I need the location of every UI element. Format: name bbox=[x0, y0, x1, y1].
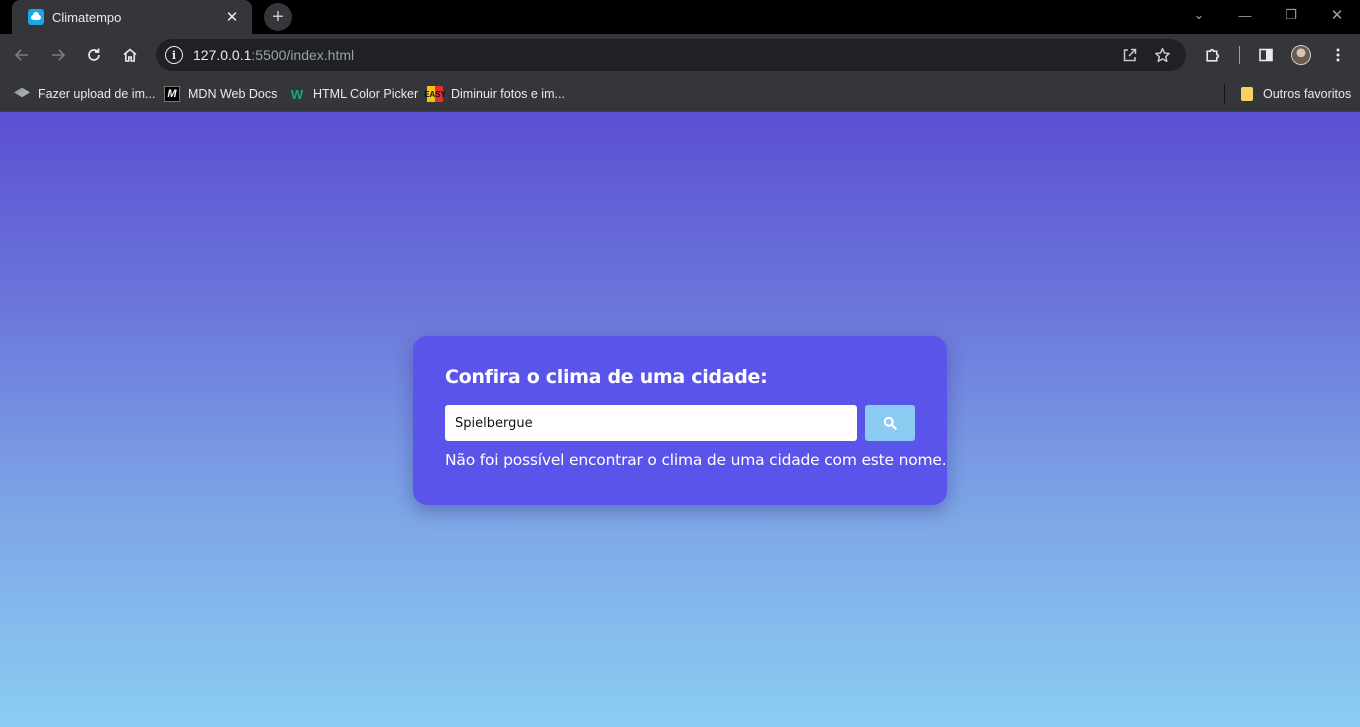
weather-search-card: Confira o clima de uma cidade: Não foi p… bbox=[413, 336, 947, 505]
weather-cloud-icon bbox=[28, 9, 44, 25]
minimize-button[interactable]: — bbox=[1222, 0, 1268, 30]
search-button[interactable] bbox=[865, 405, 915, 441]
other-bookmarks-label: Outros favoritos bbox=[1263, 87, 1352, 101]
search-icon bbox=[883, 416, 897, 430]
bookmarks-bar: Fazer upload de im... M MDN Web Docs W H… bbox=[0, 76, 1360, 112]
home-button[interactable] bbox=[116, 41, 144, 69]
chevron-down-icon: ⌄ bbox=[1193, 7, 1205, 22]
browser-menu-button[interactable] bbox=[1324, 41, 1352, 69]
profile-avatar[interactable] bbox=[1291, 45, 1311, 65]
bookmark-label: Diminuir fotos e im... bbox=[451, 87, 565, 101]
page-viewport: Confira o clima de uma cidade: Não foi p… bbox=[0, 112, 1360, 727]
bookmark-mdn[interactable]: M MDN Web Docs bbox=[164, 85, 277, 103]
close-window-button[interactable]: ✕ bbox=[1314, 0, 1360, 30]
side-panel-button[interactable] bbox=[1252, 41, 1280, 69]
restore-button[interactable]: ❐ bbox=[1268, 0, 1314, 30]
bookmark-label: Fazer upload de im... bbox=[38, 87, 156, 101]
puzzle-icon bbox=[1205, 48, 1219, 62]
url-host: 127.0.0.1 bbox=[193, 47, 252, 63]
bookmark-star-icon[interactable] bbox=[1152, 45, 1172, 65]
search-form bbox=[445, 405, 915, 441]
back-button[interactable] bbox=[8, 41, 36, 69]
mdn-icon: M bbox=[164, 86, 180, 102]
bookmark-label: MDN Web Docs bbox=[188, 87, 278, 101]
close-tab-icon[interactable]: ✕ bbox=[222, 7, 242, 27]
minimize-icon: — bbox=[1238, 7, 1252, 23]
plus-icon: + bbox=[272, 6, 284, 28]
toolbar-divider bbox=[1239, 46, 1240, 64]
side-panel-icon bbox=[1259, 48, 1273, 62]
reload-icon bbox=[88, 48, 100, 61]
share-icon[interactable] bbox=[1120, 45, 1140, 65]
easy-icon: EASY bbox=[424, 86, 446, 102]
tab-search-button[interactable]: ⌄ bbox=[1176, 0, 1222, 30]
kebab-menu-icon bbox=[1336, 48, 1340, 62]
error-message: Não foi possível encontrar o clima de um… bbox=[445, 451, 947, 469]
layers-icon bbox=[14, 87, 30, 98]
tab-strip: Climatempo ✕ + ⌄ — ❐ ✕ bbox=[0, 0, 1360, 34]
address-bar[interactable]: i 127.0.0.1:5500/index.html bbox=[156, 39, 1186, 71]
bookmark-diminuir-fotos[interactable]: EASY Diminuir fotos e im... bbox=[424, 85, 565, 103]
site-info-icon[interactable]: i bbox=[165, 46, 183, 64]
url-path: :5500/index.html bbox=[251, 47, 355, 63]
city-search-input[interactable] bbox=[445, 405, 857, 441]
tab-title: Climatempo bbox=[52, 9, 122, 25]
bookmark-label: HTML Color Picker bbox=[313, 87, 419, 101]
w3schools-icon: W bbox=[290, 86, 304, 102]
bookmark-fazer-upload[interactable]: Fazer upload de im... bbox=[14, 85, 155, 103]
close-icon: ✕ bbox=[1330, 7, 1344, 24]
folder-icon bbox=[1241, 87, 1253, 101]
url-text[interactable]: 127.0.0.1:5500/index.html bbox=[193, 47, 354, 63]
other-bookmarks-folder[interactable]: Outros favoritos bbox=[1241, 85, 1351, 103]
bookmark-html-color-picker[interactable]: W HTML Color Picker bbox=[289, 85, 418, 103]
arrow-right-icon bbox=[52, 49, 66, 61]
extensions-button[interactable] bbox=[1198, 41, 1226, 69]
reload-button[interactable] bbox=[80, 41, 108, 69]
arrow-left-icon bbox=[14, 49, 28, 61]
page-title: Confira o clima de uma cidade: bbox=[445, 366, 768, 388]
home-icon bbox=[123, 48, 137, 62]
restore-icon: ❐ bbox=[1285, 7, 1297, 22]
bookmarks-divider bbox=[1224, 84, 1225, 104]
tab-climatempo[interactable]: Climatempo ✕ bbox=[12, 0, 252, 34]
browser-toolbar: i 127.0.0.1:5500/index.html bbox=[0, 34, 1360, 76]
forward-button[interactable] bbox=[44, 41, 72, 69]
new-tab-button[interactable]: + bbox=[264, 3, 292, 31]
